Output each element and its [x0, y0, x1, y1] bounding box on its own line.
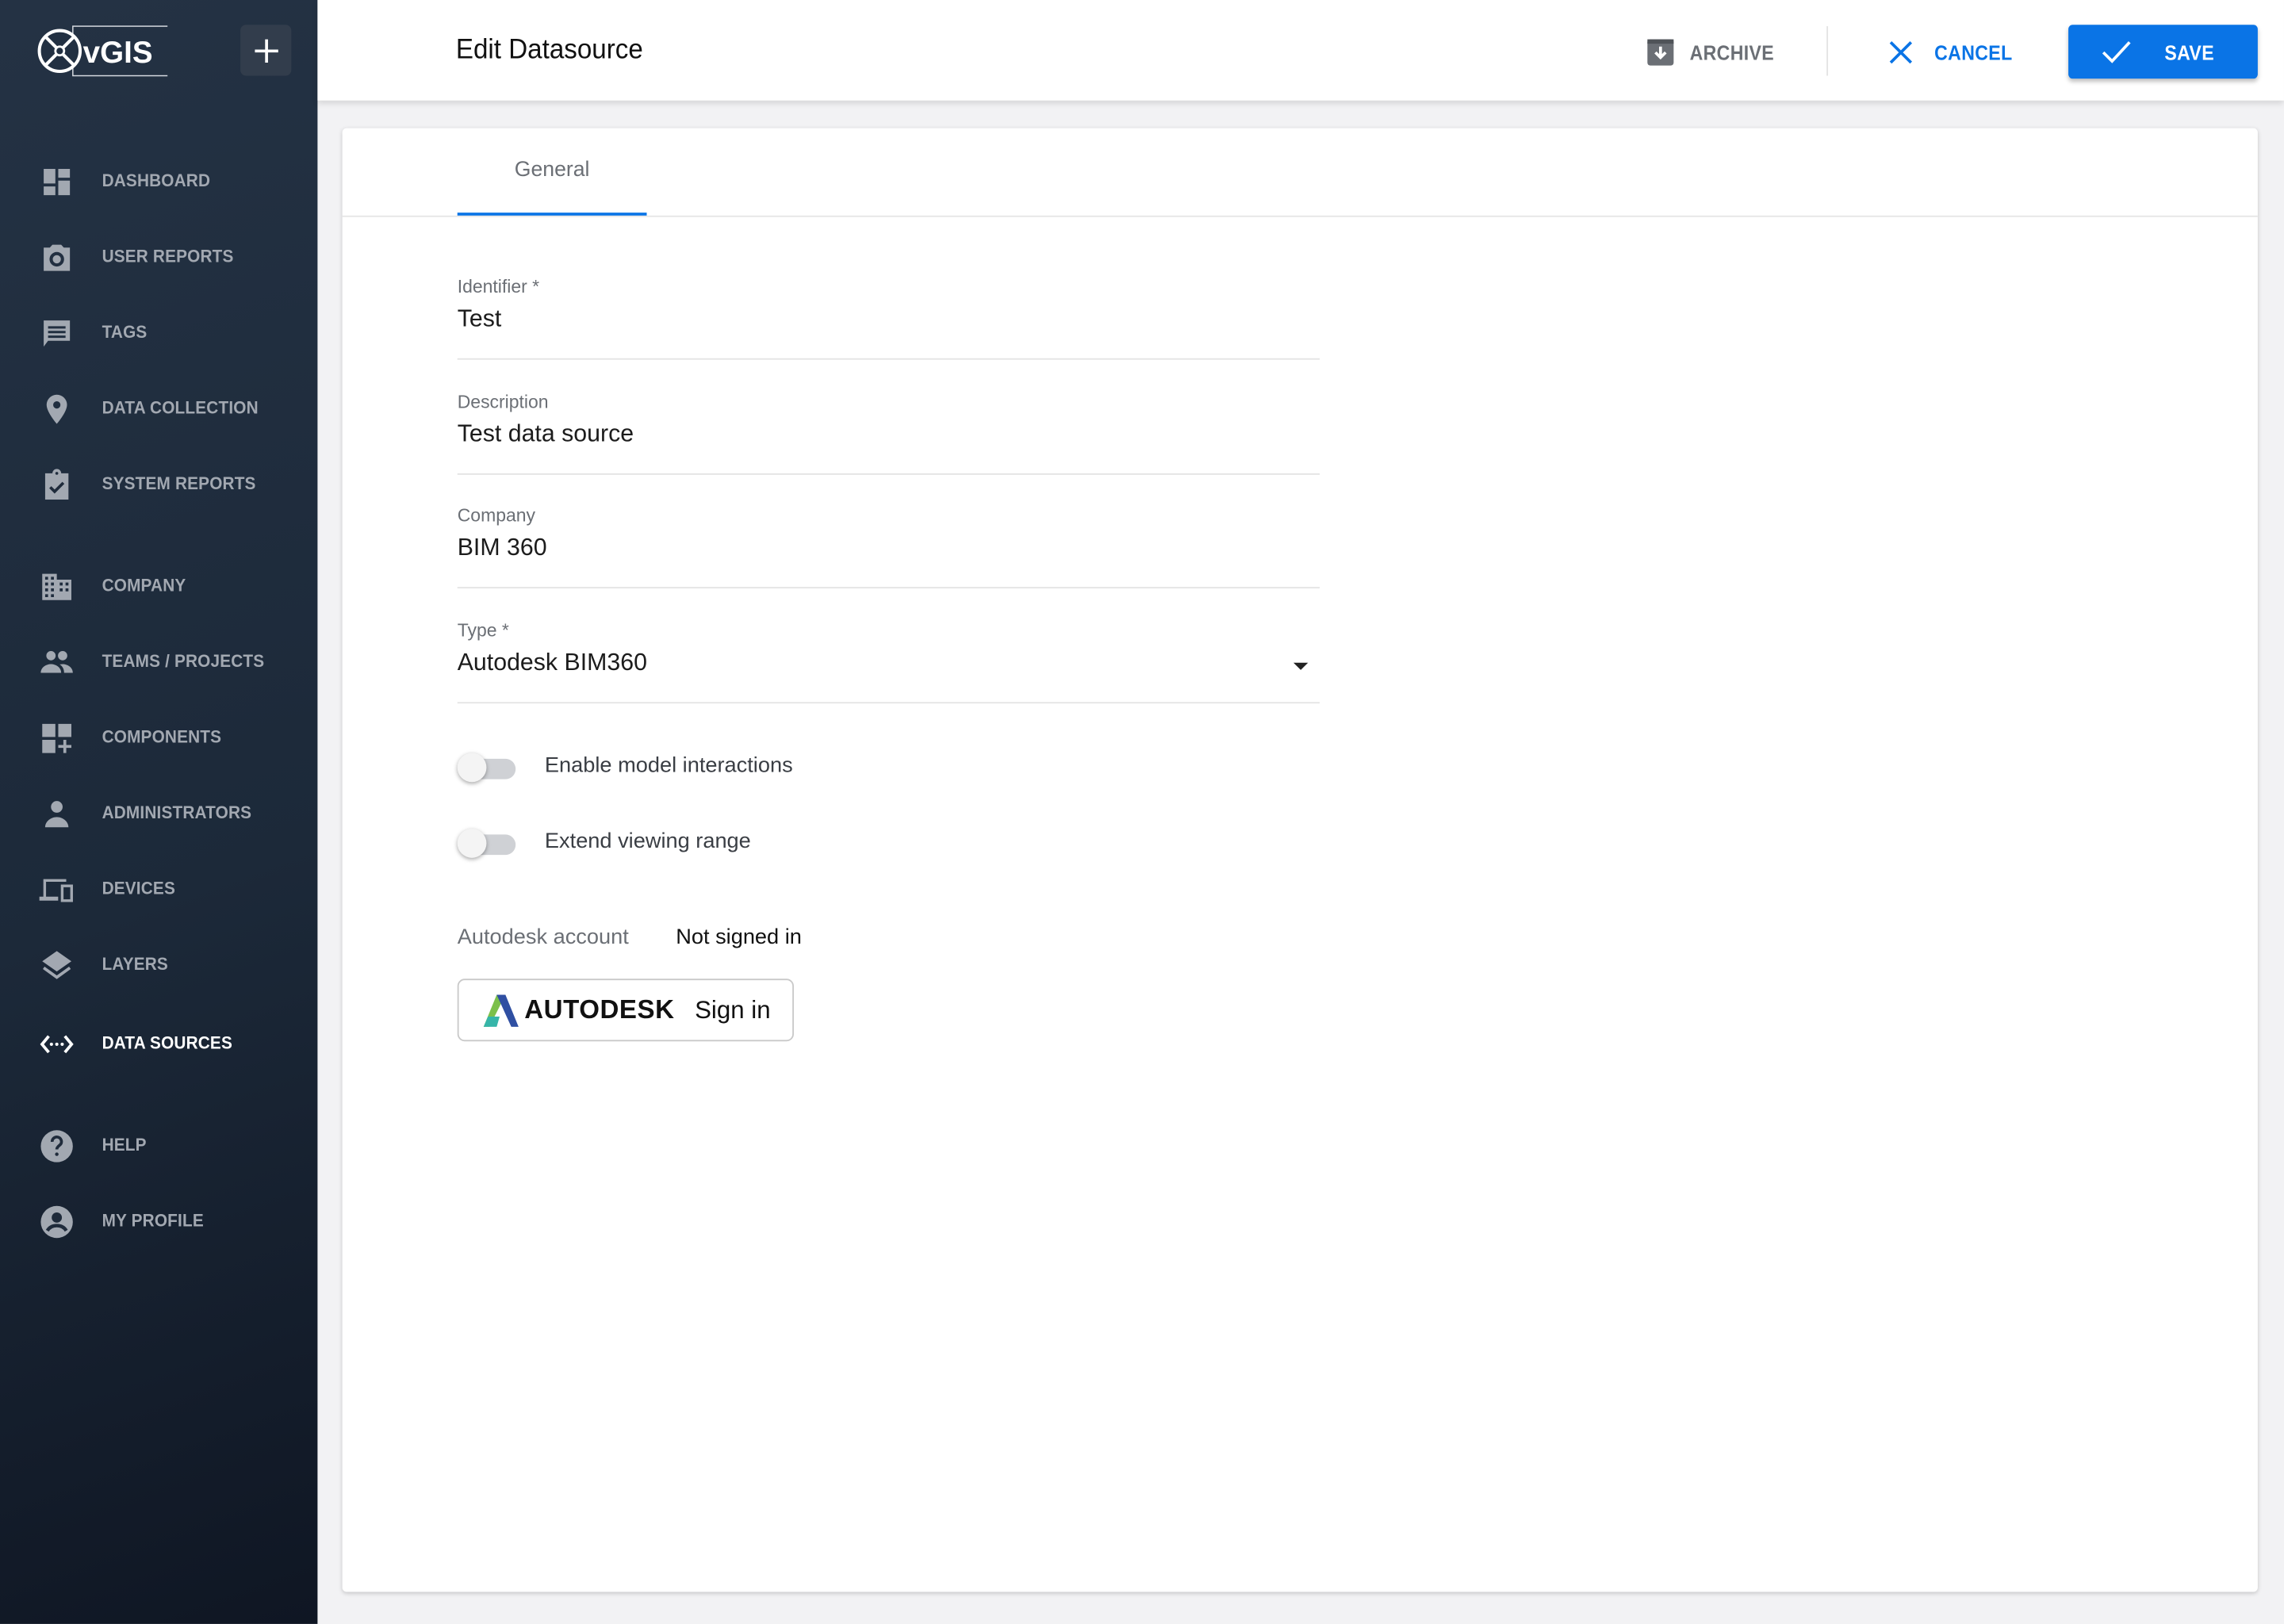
archive-button[interactable]: ARCHIVE: [1646, 25, 1783, 79]
dashboard-icon: [44, 169, 71, 196]
sidebar-item-data-sources[interactable]: DATA SOURCES: [0, 1013, 317, 1071]
autodesk-brand-text: AUTODESK: [524, 994, 675, 1025]
autodesk-logo-icon: [483, 994, 519, 1027]
devices-icon: [39, 879, 73, 902]
camera-icon: [44, 244, 71, 271]
page-title: Edit Datasource: [455, 35, 643, 66]
sidebar-item-label: ADMINISTRATORS: [102, 802, 252, 823]
sidebar-item-label: SYSTEM REPORTS: [102, 473, 256, 494]
sidebar-item-label: USER REPORTS: [102, 246, 234, 267]
sidebar-item-label: TAGS: [102, 321, 148, 343]
sidebar-item-label: DATA SOURCES: [102, 1032, 233, 1053]
type-label: Type *: [457, 620, 509, 642]
account-circle-icon: [40, 1205, 73, 1239]
sidebar-item-help[interactable]: HELP: [0, 1116, 317, 1174]
chevron-down-icon[interactable]: [1293, 662, 1309, 670]
help-icon: [40, 1130, 73, 1162]
company-value[interactable]: BIM 360: [458, 534, 547, 562]
archive-label: ARCHIVE: [1689, 40, 1775, 63]
extend-viewing-range-label: Extend viewing range: [544, 829, 751, 854]
sidebar-item-label: DEVICES: [102, 878, 175, 899]
sidebar: vGIS DASHBOARD USER REPORTS TAGS DATA CO…: [0, 0, 318, 1624]
autodesk-sign-in-button[interactable]: AUTODESK Sign in: [457, 979, 795, 1042]
sign-in-label: Sign in: [695, 996, 771, 1025]
widgets-add-icon: [42, 723, 71, 753]
company-field[interactable]: Company BIM 360: [457, 505, 1320, 589]
building-icon: [42, 573, 71, 600]
vgis-logo[interactable]: vGIS: [36, 23, 168, 79]
sidebar-item-components[interactable]: COMPONENTS: [0, 708, 317, 766]
sidebar-item-label: MY PROFILE: [102, 1210, 204, 1231]
people-icon: [40, 651, 73, 673]
sidebar-item-teams-projects[interactable]: TEAMS / PROJECTS: [0, 632, 317, 690]
sidebar-item-label: COMPONENTS: [102, 726, 222, 748]
save-label: SAVE: [2164, 40, 2214, 63]
clipboard-check-icon: [44, 469, 69, 500]
sidebar-item-label: TEAMS / PROJECTS: [102, 651, 265, 672]
layers-icon: [42, 951, 71, 979]
settings-ethernet-icon: [40, 1035, 74, 1054]
enable-model-interactions-label: Enable model interactions: [544, 754, 793, 778]
header-divider: [1826, 26, 1829, 76]
sidebar-item-devices[interactable]: DEVICES: [0, 860, 317, 917]
autodesk-account-label: Autodesk account: [457, 926, 629, 950]
sidebar-item-label: DATA COLLECTION: [102, 397, 259, 419]
company-label: Company: [457, 505, 535, 527]
cancel-button[interactable]: CANCEL: [1887, 25, 2021, 79]
autodesk-account-status: Not signed in: [676, 926, 802, 950]
plus-icon: [254, 38, 278, 63]
add-button[interactable]: [240, 25, 292, 76]
type-select[interactable]: Type * Autodesk BIM360: [457, 620, 1320, 704]
identifier-field[interactable]: Identifier * Test: [457, 276, 1320, 360]
logo-text: vGIS: [83, 36, 153, 70]
toggle-knob[interactable]: [457, 829, 487, 858]
extend-viewing-range-toggle[interactable]: [457, 825, 519, 860]
sidebar-item-label: DASHBOARD: [102, 170, 211, 191]
identifier-value[interactable]: Test: [458, 306, 502, 334]
form-card: General Identifier * Test Description Te…: [342, 128, 2258, 1592]
sidebar-item-label: COMPANY: [102, 575, 186, 596]
top-bar: Edit Datasource ARCHIVE CANCEL SAVE: [317, 0, 2284, 101]
cancel-label: CANCEL: [1934, 40, 2013, 63]
sidebar-item-layers[interactable]: LAYERS: [0, 935, 317, 993]
comment-icon: [44, 320, 71, 347]
identifier-label: Identifier *: [457, 276, 540, 297]
description-value[interactable]: Test data source: [458, 421, 634, 449]
sidebar-item-dashboard[interactable]: DASHBOARD: [0, 151, 317, 209]
tab-general[interactable]: General: [457, 128, 647, 216]
sidebar-item-tags[interactable]: TAGS: [0, 303, 317, 361]
type-value[interactable]: Autodesk BIM360: [458, 649, 647, 677]
sidebar-item-label: LAYERS: [102, 954, 168, 975]
sidebar-item-administrators[interactable]: ADMINISTRATORS: [0, 783, 317, 841]
sidebar-item-my-profile[interactable]: MY PROFILE: [0, 1191, 317, 1249]
sidebar-item-label: HELP: [102, 1134, 147, 1155]
toggle-knob[interactable]: [457, 753, 487, 783]
sidebar-item-system-reports[interactable]: SYSTEM REPORTS: [0, 454, 317, 512]
tab-active-indicator: [457, 213, 647, 216]
sidebar-item-data-collection[interactable]: DATA COLLECTION: [0, 379, 317, 437]
archive-icon: [1647, 38, 1674, 65]
enable-model-interactions-toggle[interactable]: [457, 750, 519, 785]
tab-label: General: [514, 159, 590, 182]
close-icon: [1889, 40, 1913, 63]
save-button[interactable]: SAVE: [2068, 25, 2258, 79]
description-field[interactable]: Description Test data source: [457, 392, 1320, 475]
sidebar-item-user-reports[interactable]: USER REPORTS: [0, 228, 317, 285]
person-icon: [44, 801, 69, 828]
location-pin-icon: [46, 394, 67, 424]
description-label: Description: [457, 392, 549, 412]
tab-bar: General: [342, 128, 2258, 217]
check-icon: [2102, 40, 2131, 63]
sidebar-item-company[interactable]: COMPANY: [0, 557, 317, 615]
